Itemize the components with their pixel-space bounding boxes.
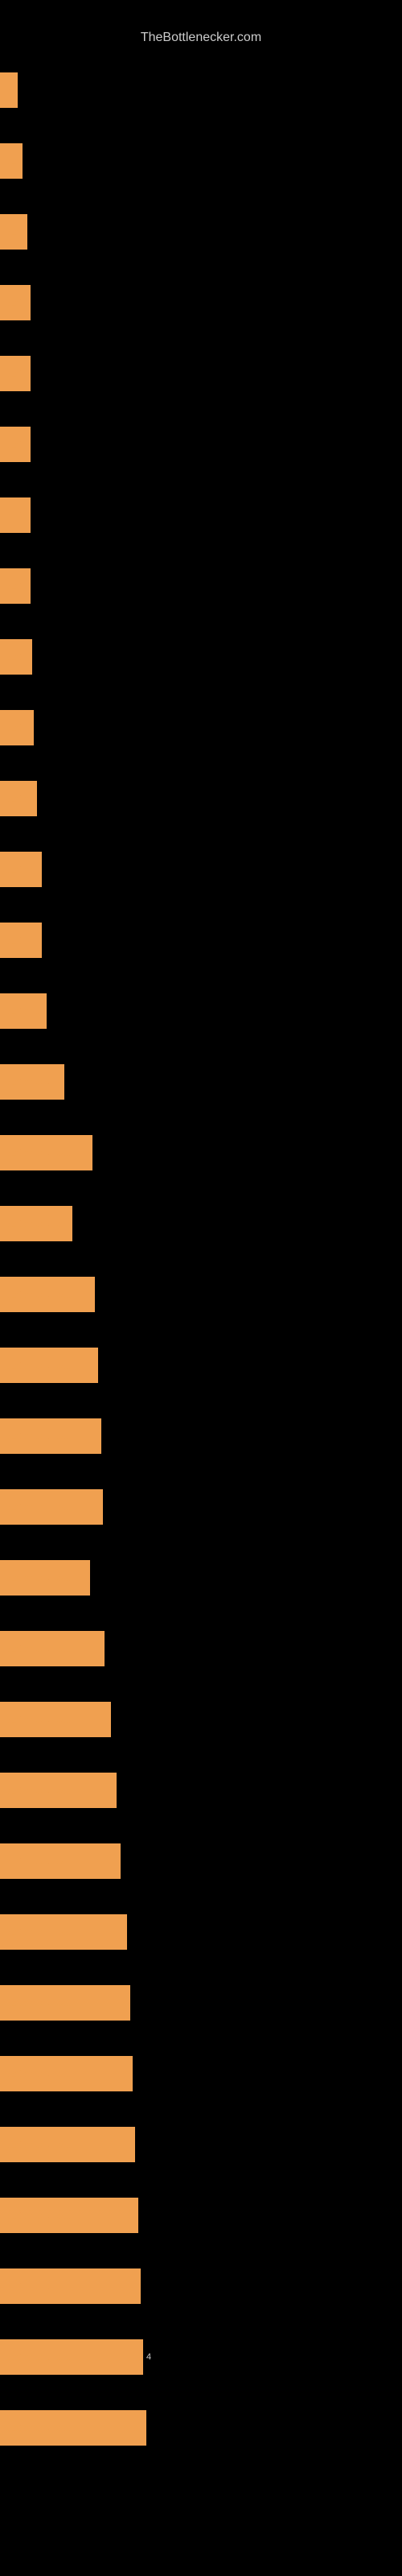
bar-row: Bottleneck re bbox=[0, 1188, 402, 1259]
bars-wrapper: Bo Bot Bott Bott Bott Bott Bott Bott Bott Bott Bot… bbox=[0, 55, 402, 2463]
bar-label: Bottleneck result bbox=[2, 1146, 80, 1160]
bar-label: Bottleneck result bbox=[2, 1500, 80, 1514]
bar-row: Bottle bbox=[0, 763, 402, 834]
bar-row: Bott bbox=[0, 480, 402, 551]
bar-label: Bottleneck r bbox=[2, 1075, 59, 1089]
bar-row: Bott bbox=[0, 621, 402, 692]
bar-row: Bott bbox=[0, 196, 402, 267]
bar-label: Bottleneck result bbox=[2, 2350, 80, 2364]
bar-row: Bottleneck r bbox=[0, 1046, 402, 1117]
bar-label: Bottlen bbox=[2, 933, 38, 947]
bar-label: Bottlen bbox=[2, 862, 38, 877]
bar-row: Bottleneck result bbox=[0, 2180, 402, 2251]
bar-label: Bottleneck result bbox=[2, 1429, 80, 1443]
bar-label: Bottleneck result bbox=[2, 2279, 80, 2293]
bar-label: Bottleneck result bbox=[2, 2066, 80, 2081]
bar-label: Bo bbox=[2, 83, 20, 97]
bar-label: Bottleneck result bbox=[2, 1358, 80, 1373]
bar-row: Bott bbox=[0, 338, 402, 409]
bar-label: Bottleneck result bbox=[2, 1641, 80, 1656]
bar-label: Bott bbox=[2, 295, 25, 310]
bar-row: Bott bbox=[0, 267, 402, 338]
chart-container: TheBottlenecker.com Bo Bot Bott Bott Bott Bot… bbox=[0, 0, 402, 2576]
bar-row: Bottleneck result bbox=[0, 1330, 402, 1401]
bar-label: Bottleneck result bbox=[2, 1287, 80, 1302]
bar-row: Bottleneck result bbox=[0, 1401, 402, 1472]
bar-label: Bott bbox=[2, 437, 25, 452]
bar-label: Bottleneck resul bbox=[2, 1571, 76, 1585]
bar-row: Bott bbox=[0, 692, 402, 763]
bar-row: Bottleneck result bbox=[0, 2392, 402, 2463]
bar-row: Bottleneck resul bbox=[0, 1542, 402, 1613]
bar-label: Bott bbox=[2, 366, 25, 381]
bar-label: Bottleneck result bbox=[2, 2137, 80, 2152]
bar-label: Bottleneck result bbox=[2, 1712, 80, 1727]
bar-row: Bottleneck result bbox=[0, 1755, 402, 1826]
bar-row: Bot bbox=[0, 126, 402, 196]
bar-label: Bott bbox=[2, 720, 25, 735]
bar-label: Bottleneck result bbox=[2, 1925, 80, 1939]
bar-label: Bot bbox=[2, 154, 23, 168]
bar-row: Bottleneck result bbox=[0, 2038, 402, 2109]
bar-row: Bottleneck result bbox=[0, 1826, 402, 1897]
bar-value: 4 bbox=[146, 2352, 151, 2362]
bar-row: Bo bbox=[0, 55, 402, 126]
bar-row: Bottleneck result bbox=[0, 2109, 402, 2180]
bar-row: Bottlen bbox=[0, 905, 402, 976]
bar-label: Bottleneck result bbox=[2, 2421, 80, 2435]
bar-row: Bottleneck result bbox=[0, 1259, 402, 1330]
bar-row: Bottleneck result bbox=[0, 2251, 402, 2322]
bar-row: Bottleneck result bbox=[0, 1117, 402, 1188]
bar-label: Bottleneck re bbox=[2, 1216, 64, 1231]
bar-label: Bottle bbox=[2, 791, 33, 806]
site-title: TheBottlenecker.com bbox=[0, 24, 402, 55]
bar-row: Bottleneck result 4 bbox=[0, 2322, 402, 2392]
bar-label: Bottleneck result bbox=[2, 1854, 80, 1868]
bar-label: Bott bbox=[2, 650, 25, 664]
bar-row: Bottlen bbox=[0, 834, 402, 905]
bar-row: Bottleneck result bbox=[0, 1684, 402, 1755]
bar-label: Bott bbox=[2, 225, 25, 239]
bar-row: Bottleneck result bbox=[0, 1897, 402, 1967]
bar-row: Bottleneck result bbox=[0, 1472, 402, 1542]
bar-row: Bottlene bbox=[0, 976, 402, 1046]
bar-row: Bott bbox=[0, 409, 402, 480]
bar-label: Bott bbox=[2, 508, 25, 522]
bar-row: Bott bbox=[0, 551, 402, 621]
bar-row: Bottleneck result bbox=[0, 1967, 402, 2038]
bar-label: Bottleneck result bbox=[2, 1996, 80, 2010]
bar-label: Bottleneck result bbox=[2, 2208, 80, 2223]
bar-label: Bottlene bbox=[2, 1004, 43, 1018]
bar-label: Bott bbox=[2, 579, 25, 593]
bar-label: Bottleneck result bbox=[2, 1783, 80, 1798]
bar-row: Bottleneck result bbox=[0, 1613, 402, 1684]
